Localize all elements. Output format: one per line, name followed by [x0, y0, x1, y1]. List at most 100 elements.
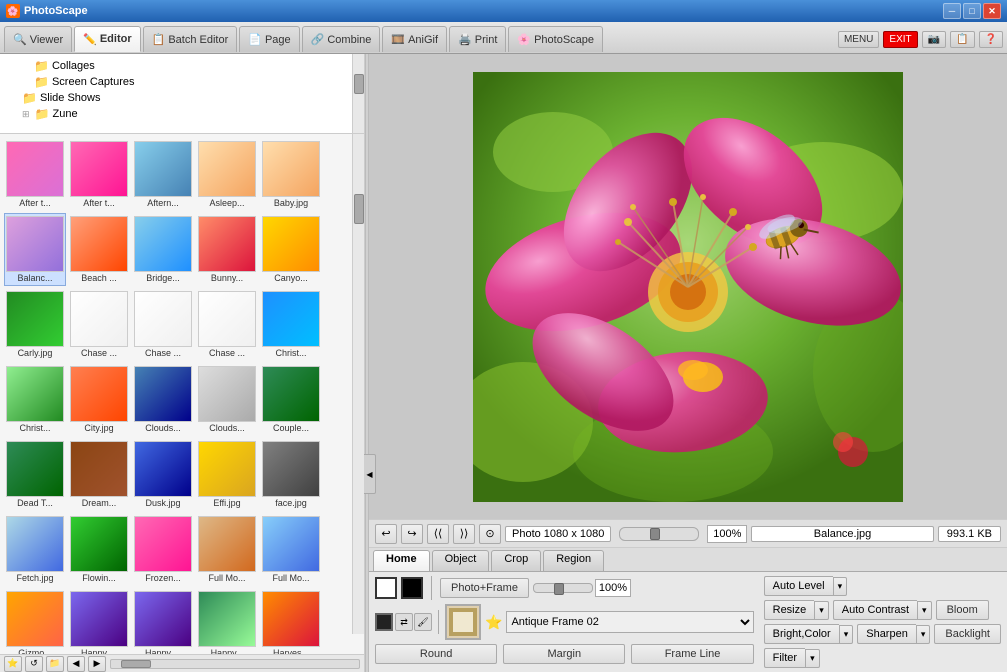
tab-print[interactable]: 🖨️ Print: [449, 26, 506, 52]
tab-combine[interactable]: 🔗 Combine: [302, 26, 381, 52]
list-item[interactable]: Flowin...: [68, 513, 130, 586]
resize-button[interactable]: Resize: [764, 600, 815, 620]
swap-arrow-icon[interactable]: ⇄: [395, 613, 413, 631]
list-item[interactable]: Aftern...: [132, 138, 194, 211]
round-button[interactable]: Round: [375, 644, 497, 664]
list-item[interactable]: After t...: [68, 138, 130, 211]
auto-level-button[interactable]: Auto Level: [764, 576, 833, 596]
list-item[interactable]: Dusk.jpg: [132, 438, 194, 511]
list-item[interactable]: Effi.jpg: [196, 438, 258, 511]
list-item[interactable]: Dead T...: [4, 438, 66, 511]
thumb-scrollbar-h[interactable]: [110, 659, 360, 669]
close-button[interactable]: ✕: [983, 3, 1001, 19]
zoom-slider[interactable]: [619, 527, 699, 541]
backlight-button[interactable]: Backlight: [934, 624, 1001, 644]
foreground-color-swatch[interactable]: [375, 577, 397, 599]
list-item[interactable]: City.jpg: [68, 363, 130, 436]
list-item[interactable]: Fetch.jpg: [4, 513, 66, 586]
panel-collapse-button[interactable]: ◀: [364, 454, 376, 494]
tab-crop[interactable]: Crop: [491, 550, 541, 571]
redo-button[interactable]: ↪: [401, 524, 423, 544]
exit-button[interactable]: EXIT: [883, 31, 917, 48]
minimize-button[interactable]: ─: [943, 3, 961, 19]
tab-page[interactable]: 📄 Page: [239, 26, 299, 52]
list-item[interactable]: Asleep...: [196, 138, 258, 211]
zoom-fit-button[interactable]: ⊙: [479, 524, 501, 544]
list-item[interactable]: Frozen...: [132, 513, 194, 586]
bright-color-button[interactable]: Bright,Color: [764, 624, 839, 644]
resize-arrow[interactable]: ▾: [814, 601, 829, 620]
list-item[interactable]: Harves...: [260, 588, 322, 654]
list-item[interactable]: Happy ...: [132, 588, 194, 654]
frame-line-button[interactable]: Frame Line: [631, 644, 753, 664]
margin-button[interactable]: Margin: [503, 644, 625, 664]
color-swatch-dark[interactable]: [375, 613, 393, 631]
bloom-button[interactable]: Bloom: [936, 600, 989, 620]
auto-contrast-button[interactable]: Auto Contrast: [833, 600, 917, 620]
tab-anigif[interactable]: 🎞️ AniGif: [382, 26, 447, 52]
list-item[interactable]: Beach ...: [68, 213, 130, 286]
tree-item-slideshows[interactable]: 📁 Slide Shows: [4, 90, 360, 106]
list-item[interactable]: Christ...: [4, 363, 66, 436]
list-item[interactable]: After t...: [4, 138, 66, 211]
list-item[interactable]: Baby.jpg: [260, 138, 322, 211]
tree-item-zune[interactable]: ⊞ 📁 Zune: [4, 106, 360, 122]
menu-button[interactable]: MENU: [838, 31, 879, 48]
list-item[interactable]: Chase ...: [132, 288, 194, 361]
tab-editor[interactable]: ✏️ Editor: [74, 26, 140, 52]
list-item[interactable]: Happy ...: [68, 588, 130, 654]
tab-region[interactable]: Region: [543, 550, 604, 571]
auto-contrast-arrow[interactable]: ▾: [917, 601, 932, 620]
help-button[interactable]: ❓: [979, 31, 1003, 48]
list-item[interactable]: Full Mo...: [196, 513, 258, 586]
back-button[interactable]: ◀: [67, 656, 85, 672]
refresh-button[interactable]: ↺: [25, 656, 43, 672]
list-item[interactable]: Chase ...: [68, 288, 130, 361]
tab-home[interactable]: Home: [373, 550, 430, 571]
filter-arrow[interactable]: ▾: [805, 649, 820, 668]
tab-object[interactable]: Object: [432, 550, 490, 571]
prev-button[interactable]: ⟨⟨: [427, 524, 449, 544]
zoom-track[interactable]: [533, 583, 593, 593]
frame-dropdown[interactable]: Antique Frame 02: [506, 611, 753, 633]
thumb-scrollbar-v[interactable]: [352, 134, 364, 634]
list-item[interactable]: Couple...: [260, 363, 322, 436]
screenshot-button[interactable]: 📷: [922, 31, 946, 48]
tab-photoscape[interactable]: 🌸 PhotoScape: [508, 26, 603, 52]
open-folder-button[interactable]: 📁: [46, 656, 64, 672]
forward-button[interactable]: ▶: [88, 656, 106, 672]
tree-item-screen-captures[interactable]: 📁 Screen Captures: [4, 74, 360, 90]
list-item[interactable]: Gizmo...: [4, 588, 66, 654]
sharpen-button[interactable]: Sharpen: [857, 624, 916, 644]
list-item[interactable]: Carly.jpg: [4, 288, 66, 361]
list-item[interactable]: Chase ...: [196, 288, 258, 361]
list-item[interactable]: Dream...: [68, 438, 130, 511]
undo-button[interactable]: ↩: [375, 524, 397, 544]
list-item[interactable]: Canyo...: [260, 213, 322, 286]
bright-color-arrow[interactable]: ▾: [839, 625, 854, 644]
list-item[interactable]: Full Mo...: [260, 513, 322, 586]
tab-viewer[interactable]: 🔍 Viewer: [4, 26, 72, 52]
brush-icon[interactable]: 🖌: [414, 613, 432, 631]
list-item[interactable]: Clouds...: [196, 363, 258, 436]
photo-frame-button[interactable]: Photo+Frame: [440, 578, 529, 598]
list-item[interactable]: Clouds...: [132, 363, 194, 436]
list-item[interactable]: Balanc...: [4, 213, 66, 286]
auto-level-arrow[interactable]: ▾: [833, 577, 848, 596]
tab-batch-editor[interactable]: 📋 Batch Editor: [143, 26, 238, 52]
next-button[interactable]: ⟩⟩: [453, 524, 475, 544]
sharpen-arrow[interactable]: ▾: [916, 625, 931, 644]
background-color-swatch[interactable]: [401, 577, 423, 599]
tree-scrollbar[interactable]: [352, 54, 364, 133]
filter-button[interactable]: Filter: [764, 648, 805, 668]
list-item[interactable]: Happy...: [196, 588, 258, 654]
list-item[interactable]: Bunny...: [196, 213, 258, 286]
list-item[interactable]: Christ...: [260, 288, 322, 361]
tree-item-collages[interactable]: 📁 Collages: [4, 58, 360, 74]
list-item[interactable]: face.jpg: [260, 438, 322, 511]
copy-button[interactable]: 📋: [950, 31, 974, 48]
maximize-button[interactable]: □: [963, 3, 981, 19]
star-button[interactable]: ⭐: [4, 656, 22, 672]
list-item[interactable]: Bridge...: [132, 213, 194, 286]
favorite-star-icon[interactable]: ⭐: [485, 614, 502, 631]
